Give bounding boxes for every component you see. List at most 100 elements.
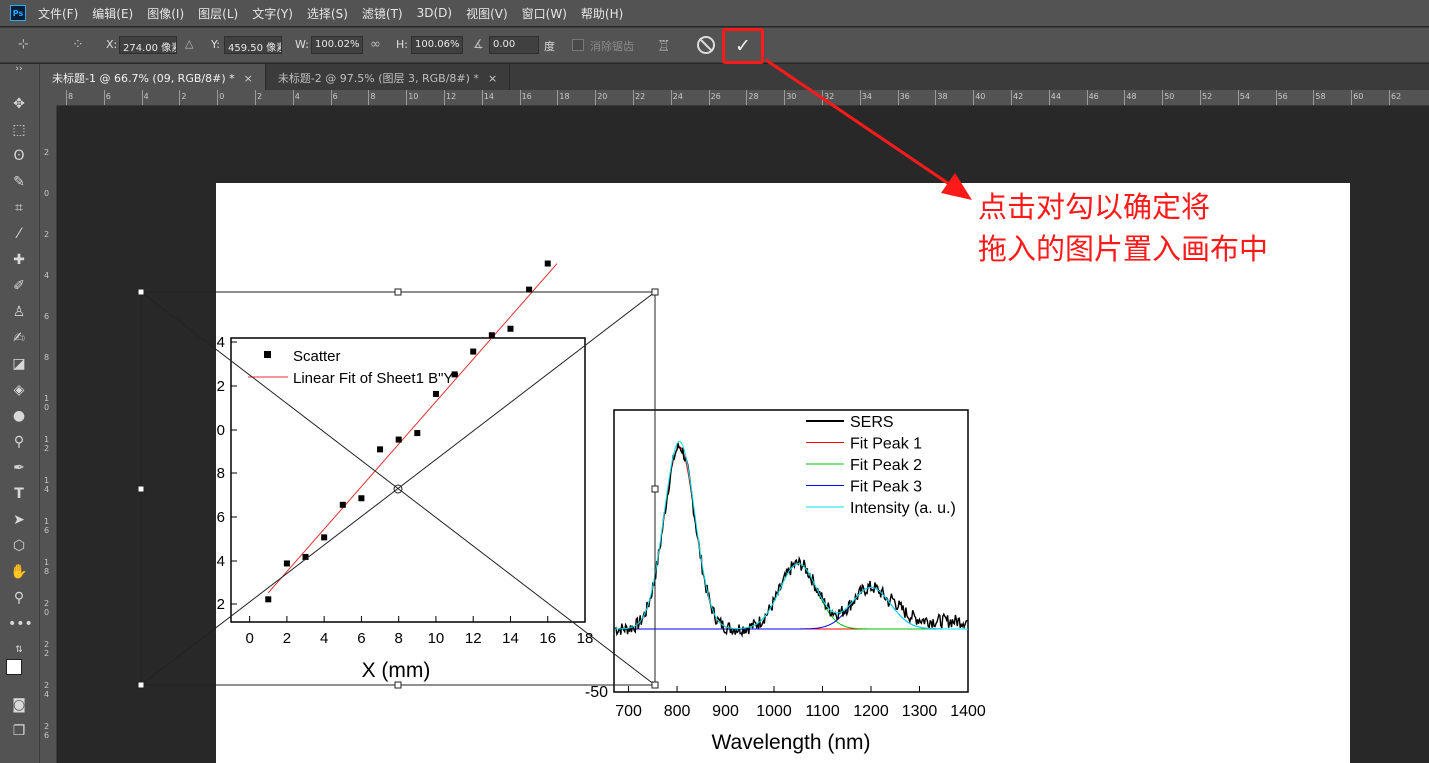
lasso-tool-icon[interactable]: ʘ (8, 145, 30, 167)
menu-edit[interactable]: 编辑(E) (92, 5, 133, 22)
ruler-tick-label: 1 4 (44, 476, 50, 494)
ruler-tick-label: 6 (105, 92, 111, 101)
ruler-tick-label: 28 (748, 92, 759, 101)
eraser-tool-icon[interactable]: ◪ (8, 353, 30, 375)
ruler-tick-label: 30 (786, 92, 797, 101)
ruler-tick-label: 60 (1353, 92, 1364, 101)
ruler-tick (633, 90, 634, 105)
ruler-tick-label: 0 (44, 189, 50, 198)
more-tools-icon[interactable]: ••• (8, 613, 33, 635)
type-tool-icon[interactable]: T (8, 483, 30, 505)
menu-select[interactable]: 选择(S) (307, 5, 348, 22)
link-icon[interactable]: ∞ (370, 37, 381, 52)
ruler-tick (519, 90, 521, 105)
ruler-tick (255, 90, 256, 105)
relative-position-icon[interactable]: △ (185, 37, 193, 50)
screen-mode-icon[interactable]: ❐ (8, 720, 30, 742)
document-canvas[interactable] (216, 183, 1350, 763)
ruler-tick (1237, 90, 1239, 105)
ruler-tick (1011, 90, 1012, 105)
dodge-tool-icon[interactable]: ⚲ (8, 431, 30, 453)
menu-filter[interactable]: 滤镜(T) (362, 5, 403, 22)
options-bar: ⊹ ⁘ X: 274.00 像素 △ Y: 459.50 像素 W: 100.0… (0, 27, 1429, 64)
pen-tool-icon[interactable]: ✒ (8, 457, 30, 479)
ruler-tick (897, 90, 899, 105)
hand-tool-icon[interactable]: ✋ (8, 561, 30, 583)
tab-document-1[interactable]: 未标题-1 @ 66.7% (09, RGB/8#) * × (40, 64, 266, 90)
reference-point-icon[interactable]: ⁘ (72, 37, 84, 53)
eyedropper-tool-icon[interactable]: ⁄ (8, 223, 30, 245)
quick-selection-tool-icon[interactable]: ✎ (8, 171, 30, 193)
ruler-tick (859, 90, 861, 105)
ruler-tick (1275, 90, 1277, 105)
foreground-color-swatch[interactable] (6, 659, 22, 675)
transform-handle[interactable] (137, 485, 145, 493)
ruler-tick-label: 24 (672, 92, 683, 101)
healing-brush-tool-icon[interactable]: ✚ (8, 249, 30, 271)
tools-panel: ›› ✥ ⬚ ʘ ✎ ⌗ ⁄ ✚ ✐ ♙ ✍ ◪ ◈ ● ⚲ ✒ T ➤ ⬡ ✋… (0, 64, 40, 763)
commit-transform-button[interactable]: ✓ (722, 28, 764, 64)
swap-colors-icon[interactable]: ⇅ (8, 639, 30, 661)
angle-icon: ∡ (473, 37, 484, 51)
horizontal-ruler[interactable]: 8 6 4 2 0 2 4 6 8 10 12 14 16 18 20 22 24 26 28 30 32 34 36 38 4… (57, 90, 1429, 106)
menu-window[interactable]: 窗口(W) (522, 5, 567, 22)
path-selection-tool-icon[interactable]: ➤ (8, 509, 30, 531)
move-tool-icon[interactable]: ✥ (8, 93, 30, 115)
zoom-tool-icon[interactable]: ⚲ (8, 587, 30, 609)
menu-image[interactable]: 图像(I) (147, 5, 184, 22)
antialias-checkbox[interactable] (572, 39, 584, 51)
quick-mask-icon[interactable]: ◙ (8, 694, 30, 716)
blur-tool-icon[interactable]: ● (8, 405, 30, 427)
instruction-annotation: 点击对勾以确定将 拖入的图片置入画布中 (978, 186, 1268, 270)
close-icon[interactable]: × (488, 72, 497, 85)
menu-3d[interactable]: 3D(D) (417, 6, 452, 20)
paint-bucket-tool-icon[interactable]: ◈ (8, 379, 30, 401)
clone-stamp-tool-icon[interactable]: ♙ (8, 301, 30, 323)
transform-handle[interactable] (137, 681, 145, 689)
history-brush-tool-icon[interactable]: ✍ (8, 327, 30, 349)
vertical-ruler[interactable]: 2 0 2 4 6 8 1 0 1 2 1 4 1 6 1 8 2 0 2 2 2 4 2 6 (40, 106, 57, 763)
warp-icon[interactable]: ♖ (657, 37, 670, 55)
ruler-tick (1086, 90, 1088, 105)
menu-help[interactable]: 帮助(H) (581, 5, 623, 22)
menu-layer[interactable]: 图层(L) (198, 5, 238, 22)
ruler-tick (481, 90, 483, 105)
rotation-input[interactable]: 0.00 (489, 36, 539, 54)
ruler-tick (368, 90, 370, 105)
x-label: X: (106, 38, 118, 51)
brush-tool-icon[interactable]: ✐ (8, 275, 30, 297)
menu-view[interactable]: 视图(V) (466, 5, 508, 22)
checkmark-icon: ✓ (735, 35, 751, 57)
document-tab-bar: 未标题-1 @ 66.7% (09, RGB/8#) * × 未标题-2 @ 97… (40, 64, 1429, 90)
tab-document-2[interactable]: 未标题-2 @ 97.5% (图层 3, RGB/8#) * × (266, 64, 511, 90)
menu-file[interactable]: 文件(F) (38, 5, 78, 22)
ruler-tick-label: 4 (294, 92, 300, 101)
close-icon[interactable]: × (244, 72, 253, 85)
ruler-origin[interactable] (40, 90, 57, 106)
ruler-tick-label: 34 (861, 92, 872, 101)
x-position-input[interactable]: 274.00 像素 (119, 36, 177, 54)
cancel-transform-button[interactable] (697, 36, 715, 54)
ruler-tick (1351, 90, 1353, 105)
transform-handle[interactable] (137, 288, 145, 296)
collapse-panel-icon[interactable]: ›› (8, 64, 30, 76)
ruler-tick-label: 36 (899, 92, 910, 101)
ruler-tick-label: 58 (1315, 92, 1326, 101)
shape-tool-icon[interactable]: ⬡ (8, 535, 30, 557)
height-input[interactable]: 100.06% (411, 36, 463, 54)
ruler-tick-label: 2 2 (44, 640, 50, 658)
marquee-tool-icon[interactable]: ⬚ (8, 119, 30, 141)
ruler-tick-label: 44 (1050, 92, 1061, 101)
ruler-tick-label: 2 (44, 148, 50, 157)
ruler-tick-label: 50 (1164, 92, 1175, 101)
y-position-input[interactable]: 459.50 像素 (224, 36, 282, 54)
transform-tool-icon[interactable]: ⊹ (18, 37, 29, 52)
ruler-tick-label: 18 (559, 92, 570, 101)
menu-type[interactable]: 文字(Y) (252, 5, 293, 22)
ruler-tick-label: 20 (597, 92, 608, 101)
width-input[interactable]: 100.02% (311, 36, 363, 54)
ruler-tick-label: 4 (44, 271, 50, 280)
crop-tool-icon[interactable]: ⌗ (8, 197, 30, 219)
ruler-tick-label: 1 6 (44, 517, 50, 535)
ruler-tick (1124, 90, 1126, 105)
